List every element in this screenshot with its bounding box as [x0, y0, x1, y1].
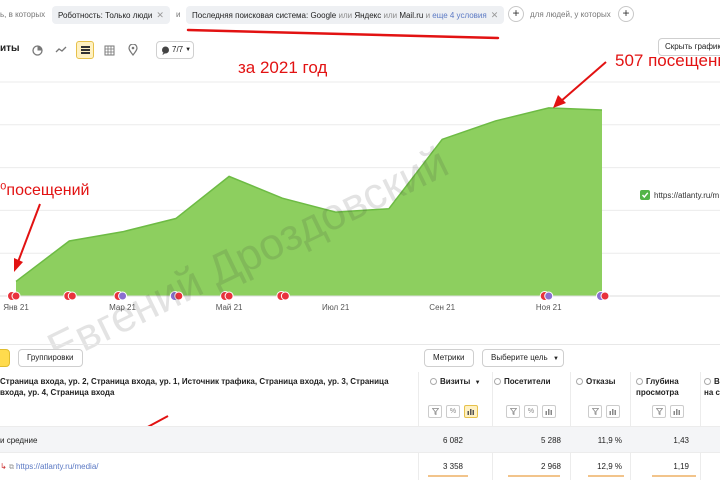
depth-share-bar [652, 475, 696, 477]
row-url-link[interactable]: https://atlanty.ru/media/ [16, 462, 99, 471]
totals-depth: 1,43 [673, 436, 689, 445]
arrow-start-head [14, 258, 23, 272]
chevron-down-icon: ▼ [552, 356, 559, 362]
arrow-start-line [17, 203, 41, 263]
bounce-column-tools [588, 405, 620, 418]
info-icon [576, 378, 583, 385]
bar-chart-icon[interactable] [670, 405, 684, 418]
filter-icon[interactable] [588, 405, 602, 418]
goal-select[interactable]: Выберите цель ▼ [482, 349, 564, 367]
totals-visits: 6 082 [442, 436, 463, 445]
filter-icon[interactable] [506, 405, 520, 418]
visitors-column-tools: % [506, 405, 556, 418]
goal-select-label: Выберите цель [491, 353, 548, 362]
table-toolbar: Группировки Метрики Выберите цель ▼ [0, 344, 720, 370]
column-visitors-header[interactable]: Посетители [494, 376, 551, 387]
expand-arrow-icon[interactable]: ↳ [0, 462, 7, 471]
bar-chart-icon[interactable] [464, 405, 478, 418]
table-header: Страница входа, ур. 2, Страница входа, у… [0, 372, 720, 426]
dimension-header: Страница входа, ур. 2, Страница входа, у… [0, 377, 389, 397]
column-depth-header[interactable]: Глубина просмотра [636, 376, 694, 398]
link-icon: ⧉ [8, 464, 14, 471]
filter-icon[interactable] [652, 405, 666, 418]
column-time-header[interactable]: В на с [704, 376, 720, 398]
totals-bounce: 11,9 % [597, 436, 622, 445]
row-visitors: 2 968 [540, 462, 561, 471]
metrika-report: ь, в которых Роботность: Только люди ✕ и … [0, 0, 720, 480]
row-label[interactable]: ↳ ⧉ https://atlanty.ru/media/ [0, 462, 99, 472]
bounce-share-bar [588, 475, 624, 477]
percent-icon[interactable]: % [446, 405, 460, 418]
dimensions-toggle-button[interactable] [0, 349, 10, 367]
visits-column-tools: % [428, 405, 478, 418]
info-icon [494, 378, 501, 385]
row-bounce: 12,9 % [597, 462, 622, 471]
groupings-button[interactable]: Группировки [18, 349, 83, 367]
visitors-share-bar [508, 475, 560, 477]
info-icon [636, 378, 643, 385]
totals-label: и средние [0, 436, 38, 445]
arrow-peak-head [553, 95, 566, 108]
bar-chart-icon[interactable] [606, 405, 620, 418]
table-row-totals: и средние 6 082 5 288 11,9 % 1,43 [0, 426, 720, 452]
percent-icon[interactable]: % [524, 405, 538, 418]
column-visits-header[interactable]: Визиты ▼ [430, 376, 481, 389]
totals-visitors: 5 288 [540, 436, 561, 445]
table-row[interactable]: ↳ ⧉ https://atlanty.ru/media/ 3 358 2 968… [0, 452, 720, 478]
column-bounce-header[interactable]: Отказы [576, 376, 616, 387]
filter-icon[interactable] [428, 405, 442, 418]
depth-column-tools [652, 405, 684, 418]
metrics-button[interactable]: Метрики [424, 349, 474, 367]
bar-chart-icon[interactable] [542, 405, 556, 418]
sort-desc-icon: ▼ [474, 380, 481, 386]
info-icon [430, 378, 437, 385]
arrow-peak-line [559, 61, 607, 103]
row-depth: 1,19 [673, 462, 689, 471]
row-visits: 3 358 [442, 462, 463, 471]
info-icon [704, 378, 711, 385]
visits-share-bar [428, 475, 468, 477]
